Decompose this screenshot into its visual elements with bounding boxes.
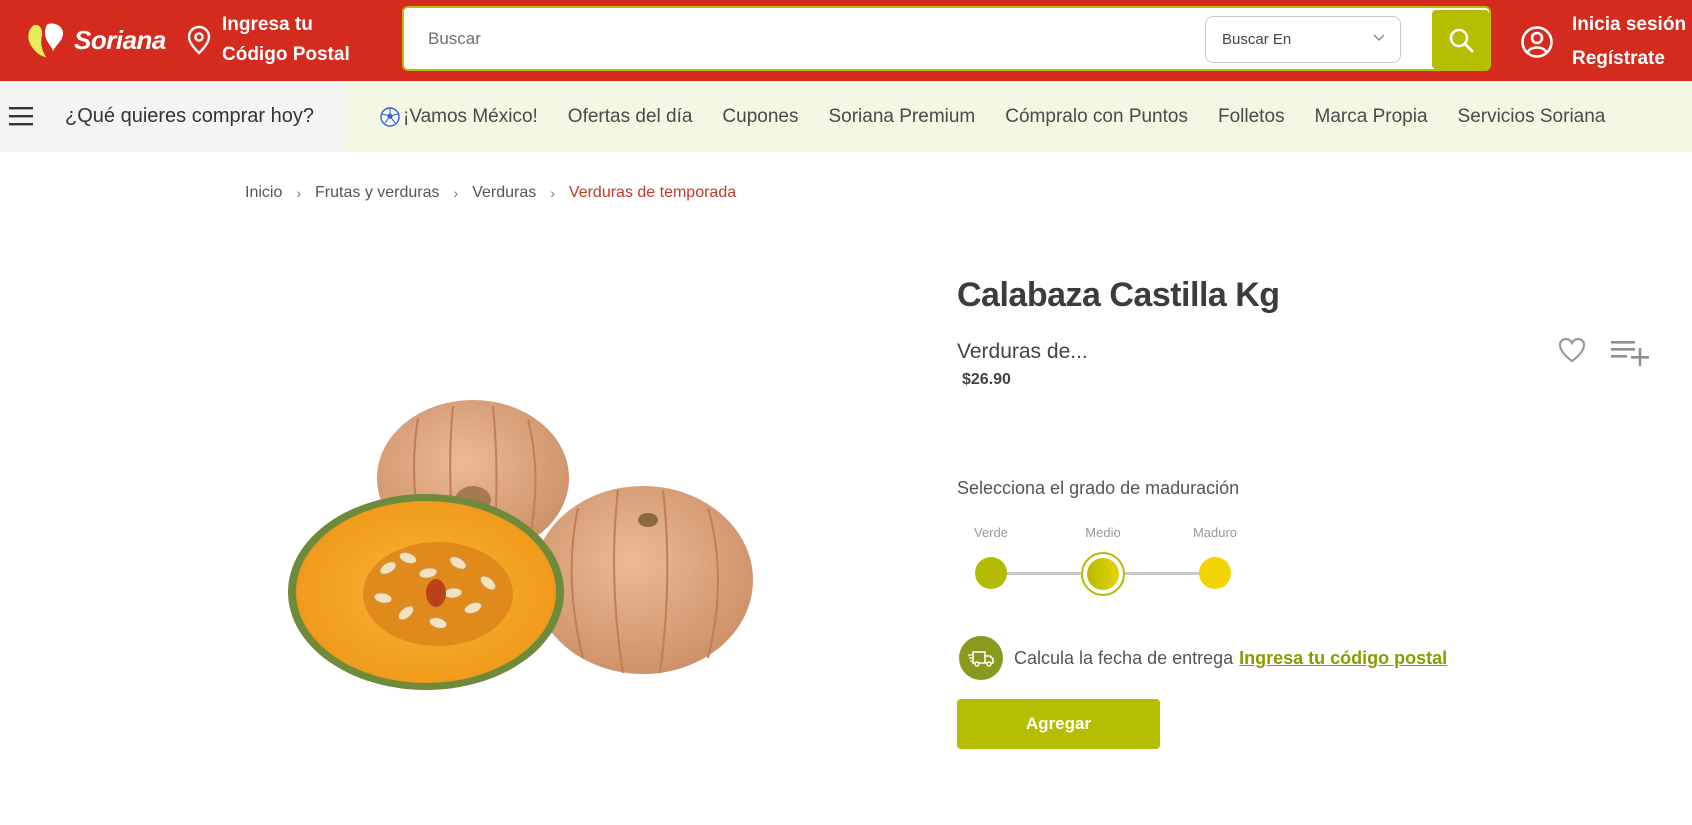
truck-glyph-icon [968,651,994,667]
breadcrumb: Inicio › Frutas y verduras › Verduras › … [245,184,736,202]
account-area: Inicia sesión Regístrate [1520,12,1686,72]
breadcrumb-item-inicio[interactable]: Inicio [245,184,282,202]
postal-code-selector[interactable]: Ingresa tu Código Postal [186,10,350,70]
category-menu-label: ¿Qué quieres comprar hoy? [65,105,315,127]
ripeness-option-medio-label: Medio [1085,525,1121,540]
product-category[interactable]: Verduras de... [957,340,1088,364]
add-to-cart-button[interactable]: Agregar [957,699,1160,749]
soriana-logo-mark-icon [28,23,64,57]
search-icon [1449,28,1473,52]
ripeness-option-medio[interactable] [1087,558,1119,590]
breadcrumb-separator: › [453,185,459,201]
chevron-down-icon [1373,34,1385,41]
ripeness-label: Selecciona el grado de maduración [957,478,1240,498]
postal-code-link[interactable]: Ingresa tu código postal [1239,648,1447,669]
register-link[interactable]: Regístrate [1572,42,1686,76]
breadcrumb-separator: › [296,185,302,201]
delivery-estimator: Calcula la fecha de entrega Ingresa tu c… [959,636,1447,680]
ripeness-option-verde-label: Verde [974,525,1008,540]
search-scope-value: Buscar En [1222,31,1292,48]
nav-item-vamos-mexico[interactable]: ¡Vamos México! [380,106,538,128]
nav-item-folletos[interactable]: Folletos [1218,106,1285,128]
search-input[interactable] [428,18,1088,60]
location-pin-icon [187,25,211,55]
nav-item-marca-propia[interactable]: Marca Propia [1315,106,1428,128]
delivery-truck-icon [959,636,1003,680]
user-account-icon[interactable] [1520,25,1554,59]
ripeness-option-maduro-label: Maduro [1192,525,1238,540]
main-navigation: ¿Qué quieres comprar hoy? ¡Vamos México!… [0,81,1692,152]
ripeness-option-maduro[interactable] [1199,557,1231,589]
search-button[interactable] [1432,10,1489,69]
nav-item-ofertas[interactable]: Ofertas del día [568,106,693,128]
search-bar: Buscar En [402,6,1491,71]
account-links: Inicia sesión Regístrate [1572,8,1686,76]
brand-name: Soriana [74,24,166,55]
breadcrumb-item-frutas-verduras[interactable]: Frutas y verduras [315,184,439,202]
category-menu[interactable]: ¿Qué quieres comprar hoy? [0,81,346,152]
product-title: Calabaza Castilla Kg [957,276,1280,314]
login-link[interactable]: Inicia sesión [1572,8,1686,42]
breadcrumb-separator: › [550,185,555,201]
postal-line-2: Código Postal [222,44,350,65]
postal-code-label: Ingresa tu Código Postal [222,10,350,70]
nav-item-label: ¡Vamos México! [403,105,538,127]
breadcrumb-current[interactable]: Verduras de temporada [569,184,736,202]
nav-item-soriana-premium[interactable]: Soriana Premium [828,106,975,128]
breadcrumb-item-verduras[interactable]: Verduras [472,184,536,202]
postal-line-1: Ingresa tu [222,14,313,35]
search-scope-select[interactable]: Buscar En [1205,16,1401,63]
hamburger-menu-icon[interactable] [9,105,33,127]
nav-item-servicios-soriana[interactable]: Servicios Soriana [1458,106,1606,128]
delivery-text: Calcula la fecha de entrega [1014,647,1234,668]
ripeness-option-verde[interactable] [975,557,1007,589]
soriana-logo[interactable]: Soriana [26,20,166,60]
nav-item-compralo-puntos[interactable]: Cómpralo con Puntos [1005,106,1188,128]
soccer-ball-icon [380,106,400,127]
nav-links: ¡Vamos México! Ofertas del día Cupones S… [380,81,1635,152]
add-to-list-icon[interactable] [1609,337,1651,367]
site-header: Soriana Ingresa tu Código Postal Buscar … [0,0,1692,81]
heart-icon[interactable] [1557,336,1587,364]
product-price: $26.90 [962,371,1011,388]
nav-item-cupones[interactable]: Cupones [722,106,798,128]
product-image[interactable] [288,398,758,693]
